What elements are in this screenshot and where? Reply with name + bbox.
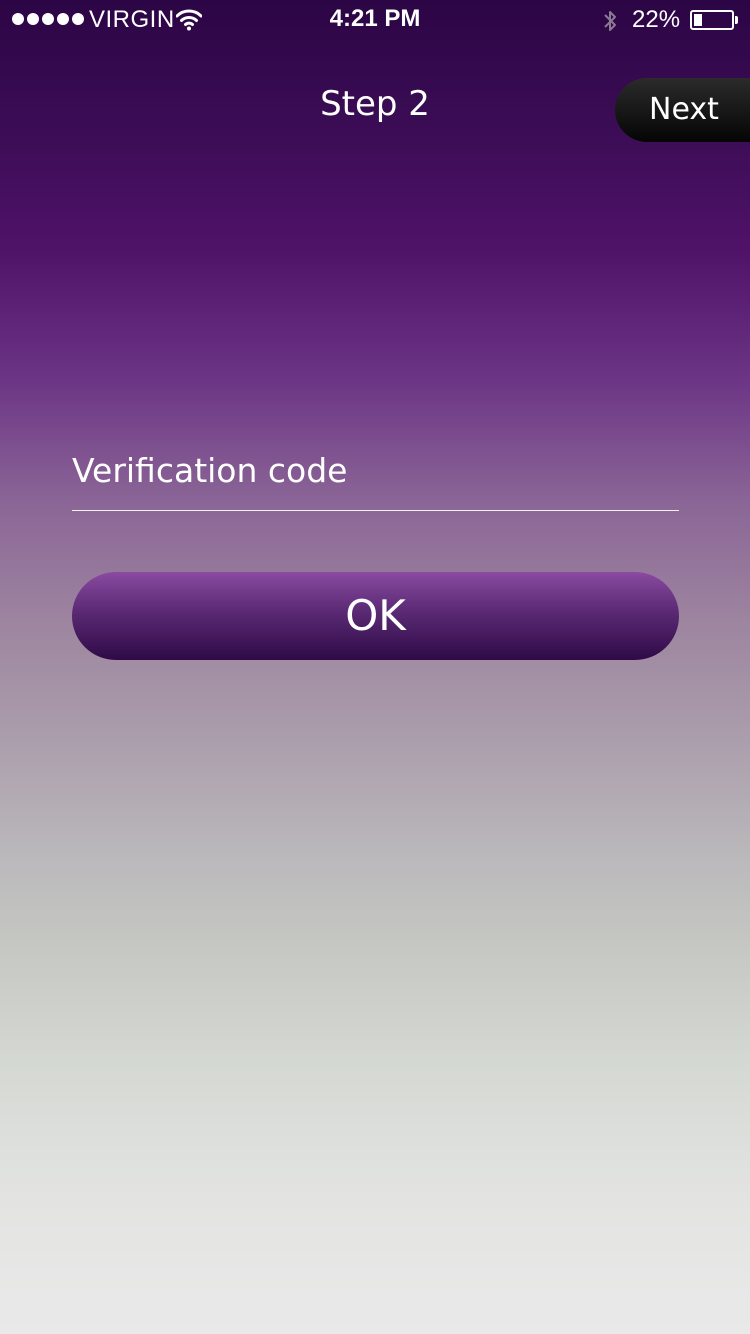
battery-nub (735, 16, 738, 24)
battery-fill (694, 14, 702, 26)
ok-button[interactable]: OK (72, 572, 679, 660)
next-button[interactable]: Next (615, 78, 750, 142)
status-bar: VIRGIN 4:21 PM 22% (0, 0, 750, 40)
battery-icon (690, 10, 738, 30)
bluetooth-icon (604, 11, 616, 31)
battery-percent: 22% (632, 6, 681, 33)
verification-code-input[interactable] (72, 440, 679, 500)
verification-code-field[interactable] (72, 440, 679, 511)
